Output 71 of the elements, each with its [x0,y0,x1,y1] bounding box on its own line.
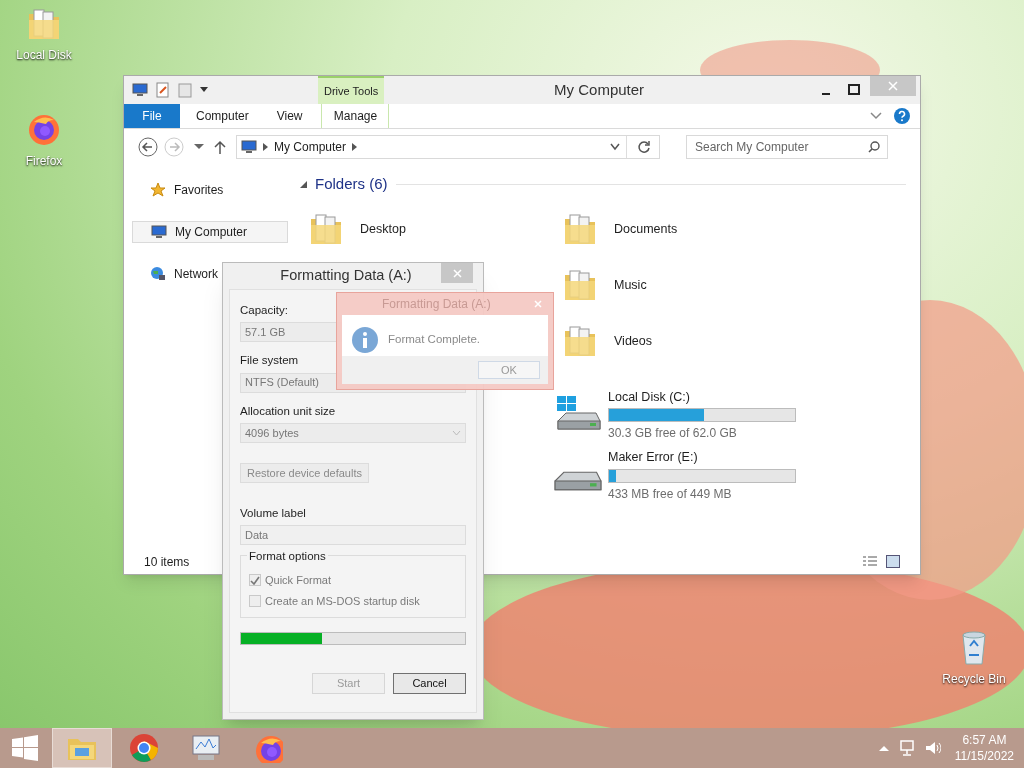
field-label: Allocation unit size [240,403,336,419]
checkmark-icon [250,575,260,585]
folder-item[interactable]: Videos [554,313,808,370]
context-tab-group-label: Drive Tools [324,83,379,99]
folder-item[interactable]: Desktop [300,201,554,258]
chrome-icon [128,732,160,764]
computer-icon [132,83,148,97]
field-label: Volume label [240,505,306,521]
up-arrow-icon[interactable] [214,140,226,154]
firefox-icon [26,112,62,148]
chevron-right-icon [263,143,268,151]
drive-free-space: 30.3 GB free of 62.0 GB [608,425,738,443]
address-segment[interactable]: My Computer [274,138,347,156]
field-label: File system [240,353,299,369]
back-icon[interactable] [138,137,158,157]
ribbon-tab[interactable]: Computer [182,104,263,128]
close-icon [452,268,462,278]
ribbon-tab[interactable]: Manage [321,104,390,128]
search-icon [868,141,880,153]
drive-name: Local Disk (C:) [608,388,691,406]
show-hidden-icons-icon[interactable] [878,745,889,751]
folder-icon [26,6,62,42]
dropdown-caret-icon[interactable] [194,144,204,150]
taskbar-button[interactable] [52,728,112,768]
drive-icon [554,470,602,491]
dialog-title: Formatting Data (A:) [280,267,412,284]
large-icons-view-icon[interactable] [886,555,900,569]
address-bar[interactable]: My Computer [236,135,660,159]
dropdown-field[interactable]: 4096 bytes [240,422,466,443]
search-field[interactable]: Search My Computer [686,135,888,159]
window-title: My Computer [554,80,645,98]
message-text: Format Complete. [388,331,481,347]
monitor-icon [190,733,222,763]
dropdown-caret-icon[interactable] [200,87,208,93]
computer-icon [241,140,257,154]
drive-free-space: 433 MB free of 449 MB [608,486,733,503]
volume-label-field[interactable]: Data [240,525,466,545]
properties-icon [156,82,170,98]
ribbon-tab[interactable]: View [262,104,317,128]
close-icon [888,81,898,91]
collapse-triangle-icon [300,180,307,188]
info-icon [352,326,378,353]
folder-item[interactable]: Documents [554,201,808,258]
windows-logo-icon [12,735,38,761]
checkbox-option[interactable]: Create an MS-DOS startup disk [249,592,457,609]
forward-icon[interactable] [164,137,184,157]
firefox-icon [253,733,283,763]
dropdown-chevron-icon [452,429,461,436]
drive-item[interactable]: Local Disk (C:) 30.3 GB free of 62.0 GB [554,387,906,443]
field-label: Capacity: [240,303,288,318]
folder-item[interactable]: Music [554,257,808,314]
status-text: 10 items [144,554,190,571]
ribbon-tab[interactable]: File [124,104,180,128]
globe-icon [150,266,166,282]
help-icon[interactable] [894,108,910,124]
refresh-icon[interactable] [637,140,651,154]
drive-name: Maker Error (E:) [608,449,699,467]
details-view-icon[interactable] [862,555,878,569]
dropdown-chevron-icon[interactable] [610,143,620,151]
nav-item[interactable]: Favorites [132,179,288,201]
network-icon[interactable] [898,740,915,756]
drive-item[interactable]: Maker Error (E:) 433 MB free of 449 MB [554,448,906,503]
collapse-ribbon-icon[interactable] [870,112,882,120]
nav-item[interactable]: My Computer [132,221,288,243]
section-heading: Folders (6) [315,174,388,194]
speaker-icon[interactable] [924,740,941,756]
computer-icon [151,225,167,239]
chevron-right-icon [352,143,358,151]
dialog-button[interactable]: Cancel [393,673,466,694]
star-icon [150,182,166,198]
checkbox-option[interactable]: Quick Format [249,572,457,589]
